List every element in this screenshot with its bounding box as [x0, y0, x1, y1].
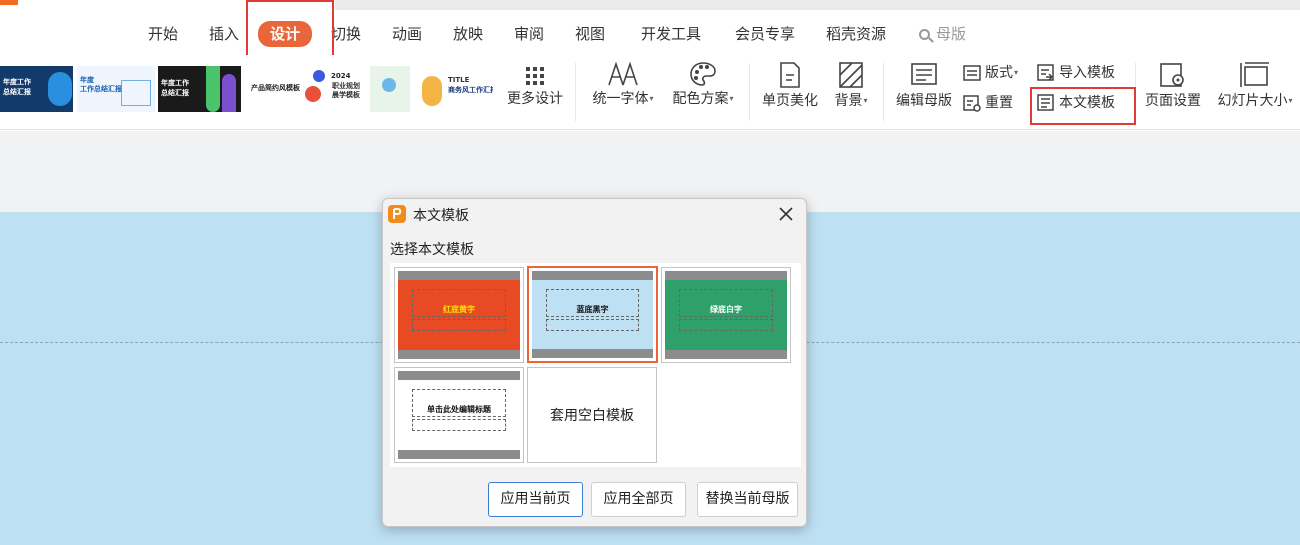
- tab-docer[interactable]: 稻壳资源: [826, 22, 886, 46]
- reset-icon: [963, 95, 981, 112]
- tab-member[interactable]: 会员专享: [735, 22, 795, 46]
- template-grid: 红底黄字 蓝底黑字 绿底白字 单击此处编辑标题 套用空白模板: [390, 263, 801, 467]
- master-icon: [911, 63, 937, 85]
- tab-developer[interactable]: 开发工具: [641, 22, 701, 46]
- slide-size-button[interactable]: 幻灯片大小▾: [1211, 61, 1299, 109]
- tab-insert[interactable]: 插入: [209, 22, 239, 46]
- design-thumbnail-1[interactable]: 年度工作 总结汇报: [0, 66, 73, 112]
- search-icon: [919, 29, 930, 40]
- import-icon: [1037, 64, 1054, 81]
- tab-start[interactable]: 开始: [148, 22, 178, 46]
- tab-slideshow[interactable]: 放映: [453, 22, 483, 46]
- dialog-title-bar: 本文模板: [383, 199, 806, 229]
- layout-button[interactable]: 版式 ▾: [963, 63, 1018, 83]
- design-thumbnail-2[interactable]: 年度 工作总结汇报: [77, 66, 155, 112]
- single-page-beautify-button[interactable]: 单页美化: [758, 61, 822, 109]
- slide-size-icon: [1240, 62, 1269, 87]
- tab-animation[interactable]: 动画: [392, 22, 422, 46]
- design-thumbnail-3[interactable]: 年度工作 总结汇报: [158, 66, 241, 112]
- page-setup-icon: [1160, 63, 1184, 87]
- edit-master-button[interactable]: 编辑母版: [890, 61, 958, 109]
- apply-current-page-button[interactable]: 应用当前页: [488, 482, 583, 517]
- reset-button[interactable]: 重置: [963, 93, 1013, 113]
- grid-icon: [526, 67, 544, 85]
- dialog-title: 本文模板: [413, 208, 469, 224]
- page-setup-button[interactable]: 页面设置: [1141, 61, 1205, 109]
- title-bar-area: [335, 0, 1300, 10]
- design-thumbnail-5[interactable]: 职业规划 晨学模板: [330, 66, 366, 112]
- highlight-design-tab: [246, 0, 334, 60]
- template-blue-black[interactable]: 蓝底黑字: [527, 266, 658, 363]
- background-button[interactable]: 背景▾: [828, 61, 874, 109]
- tab-transition[interactable]: 切换: [331, 22, 361, 46]
- template-green-white[interactable]: 绿底白字: [661, 267, 791, 363]
- blank-template[interactable]: 套用空白模板: [527, 367, 657, 463]
- palette-icon: [690, 62, 716, 86]
- tab-review[interactable]: 审阅: [514, 22, 544, 46]
- apply-all-pages-button[interactable]: 应用全部页: [591, 482, 686, 517]
- template-white-title[interactable]: 单击此处编辑标题: [394, 367, 524, 463]
- font-icon: [608, 61, 638, 86]
- highlight-text-template: [1030, 87, 1136, 125]
- page-icon: [780, 62, 800, 88]
- text-template-dialog: 本文模板 选择本文模板 红底黄字 蓝底黑字 绿底白字 单击此处编辑标题 套用空白…: [382, 198, 807, 527]
- app-logo-corner: [0, 0, 18, 5]
- layout-icon: [963, 65, 981, 81]
- import-template-button[interactable]: 导入模板: [1037, 63, 1115, 83]
- menu-tabs: 开始 插入 设计 切换 动画 放映 审阅 视图 开发工具 会员专享 稻壳资源 母…: [0, 10, 1300, 55]
- design-thumbnail-6[interactable]: TITLE 商务风工作汇报: [370, 66, 493, 112]
- title-strip: [0, 0, 1300, 10]
- more-design-button[interactable]: 更多设计: [505, 65, 565, 107]
- tab-view[interactable]: 视图: [575, 22, 605, 46]
- search-box[interactable]: 母版: [919, 22, 966, 46]
- wps-presentation-icon: [388, 205, 406, 223]
- search-label: 母版: [936, 25, 967, 43]
- close-icon[interactable]: [778, 206, 794, 222]
- replace-master-button[interactable]: 替换当前母版: [697, 482, 798, 517]
- color-scheme-button[interactable]: 配色方案▾: [666, 61, 740, 107]
- template-red-yellow[interactable]: 红底黄字: [394, 267, 524, 363]
- dialog-subtitle: 选择本文模板: [390, 242, 474, 258]
- background-icon: [839, 62, 863, 88]
- ribbon-divider: [575, 63, 576, 121]
- ribbon-divider: [749, 63, 750, 121]
- unify-font-button[interactable]: 统一字体▾: [586, 61, 660, 107]
- ribbon-divider: [883, 63, 884, 121]
